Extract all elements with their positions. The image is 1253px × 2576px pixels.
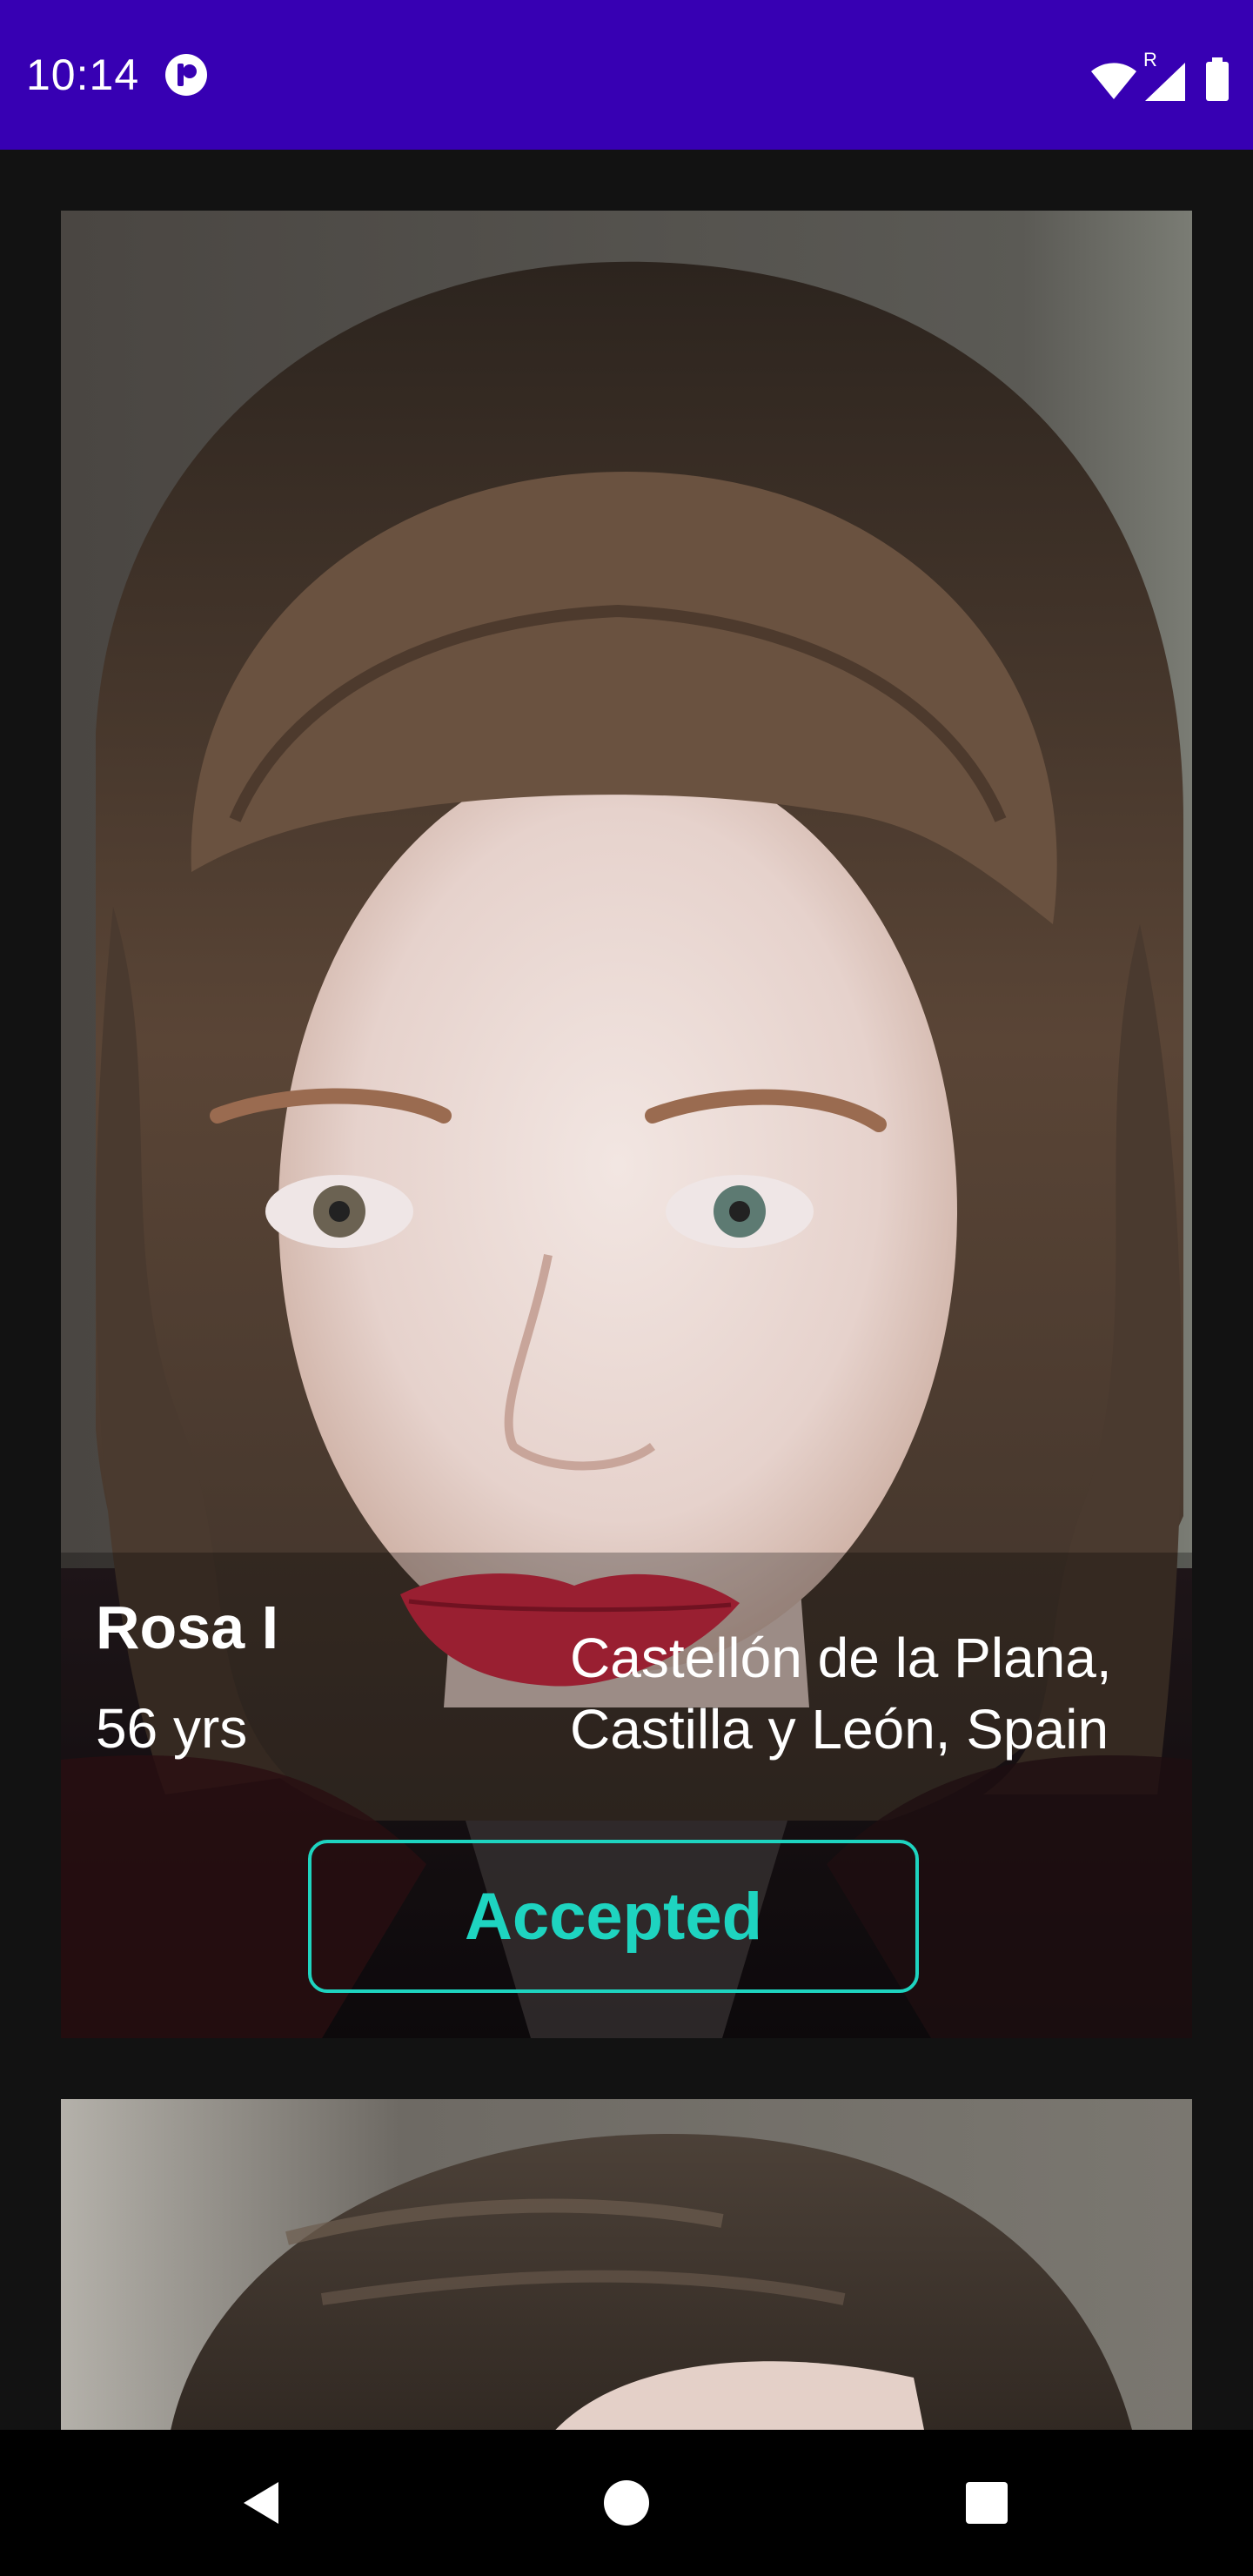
status-time: 10:14	[26, 50, 140, 99]
profile-location: Castellón de la Plana, Castilla y León, …	[570, 1627, 1112, 1761]
matches-list[interactable]: Rosa I 56 yrs Castellón de la Plana, Cas…	[0, 150, 1253, 2430]
back-icon	[244, 2482, 278, 2524]
cell-signal-group: R	[1142, 49, 1187, 101]
navigation-bar	[0, 2430, 1253, 2576]
app-notification-icon	[165, 54, 207, 96]
back-button[interactable]	[218, 2459, 305, 2546]
profile-card[interactable]	[61, 2099, 1192, 2430]
cell-signal-icon	[1145, 63, 1185, 101]
profile-card[interactable]: Rosa I 56 yrs Castellón de la Plana, Cas…	[61, 211, 1192, 2038]
profile-photo	[61, 2099, 1192, 2430]
accepted-status-button[interactable]: Accepted	[308, 1840, 919, 1993]
profile-age: 56 yrs	[96, 1697, 248, 1760]
status-icons: R	[1089, 49, 1230, 101]
wifi-icon	[1091, 63, 1136, 99]
home-icon	[604, 2480, 649, 2526]
recents-icon	[966, 2482, 1008, 2524]
status-bar: 10:14 R	[0, 0, 1253, 150]
home-button[interactable]	[583, 2459, 670, 2546]
battery-icon	[1206, 57, 1229, 101]
recents-button[interactable]	[943, 2459, 1030, 2546]
profile-name: Rosa I	[96, 1593, 279, 1661]
